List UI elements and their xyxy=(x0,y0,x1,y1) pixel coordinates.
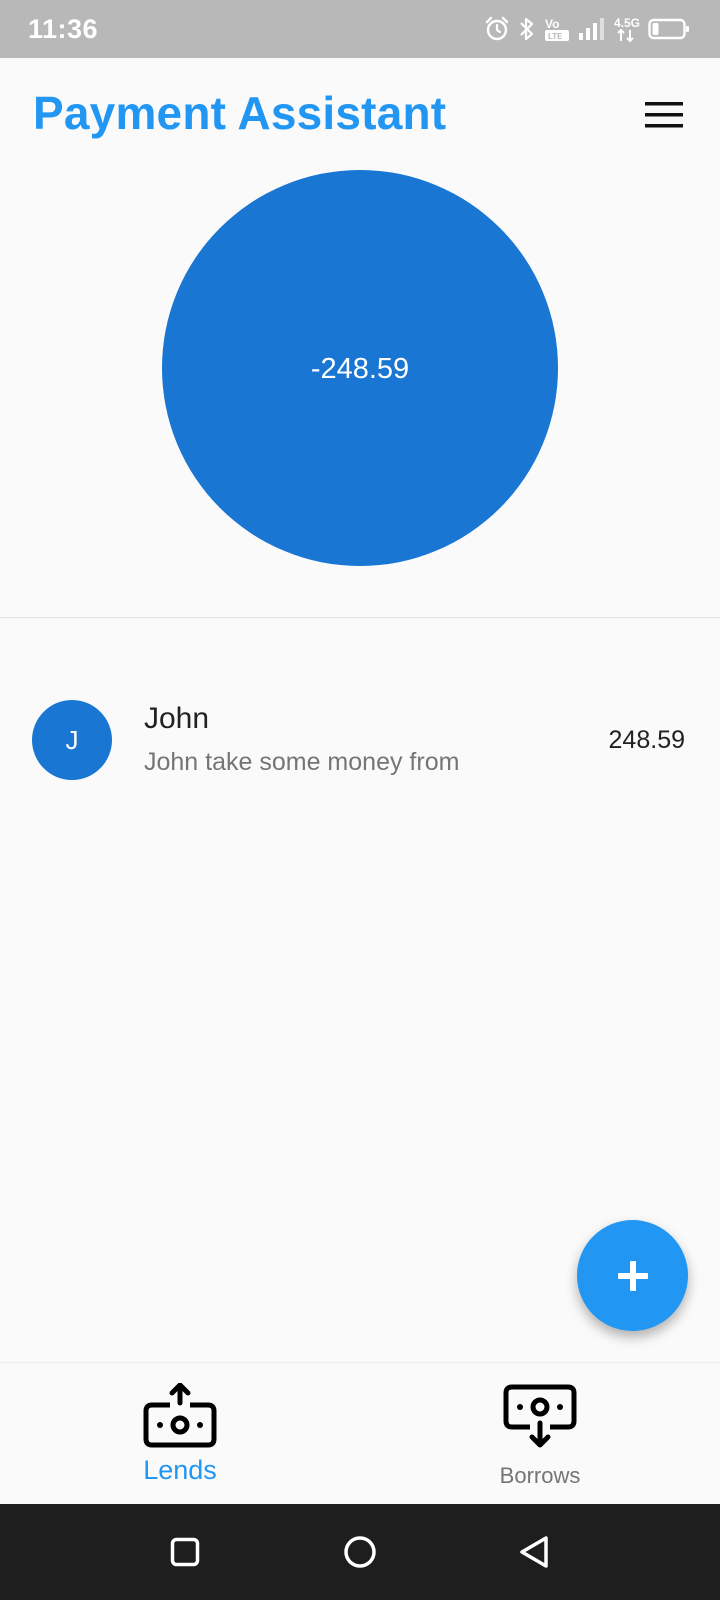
transaction-amount: 248.59 xyxy=(608,726,685,754)
home-button[interactable] xyxy=(315,1504,405,1600)
app-screen: 11:36 Vo LTE 4.5G Payment Assistant -248… xyxy=(0,0,720,1600)
list-item[interactable]: J John John take some money from 248.59 xyxy=(0,682,720,797)
battery-icon xyxy=(648,18,689,40)
status-time: 11:36 xyxy=(28,13,99,44)
divider xyxy=(0,617,720,618)
transaction-name: John xyxy=(144,702,210,735)
bottom-navigation: Lends Borrows xyxy=(0,1362,720,1504)
tab-borrows[interactable]: Borrows xyxy=(390,1363,690,1505)
plus-icon xyxy=(617,1260,648,1291)
bluetooth-icon xyxy=(520,17,534,41)
tab-lends[interactable]: Lends xyxy=(30,1363,330,1505)
recents-square-icon xyxy=(170,1537,200,1567)
signal-icon xyxy=(579,18,604,40)
transaction-list: J John John take some money from 248.59 xyxy=(0,682,720,797)
alarm-icon xyxy=(485,16,509,41)
status-bar: 11:36 Vo LTE 4.5G xyxy=(0,0,720,58)
system-navigation-bar xyxy=(0,1504,720,1600)
recents-button[interactable] xyxy=(140,1504,230,1600)
menu-button[interactable] xyxy=(640,94,688,136)
transaction-description: John take some money from xyxy=(144,748,460,776)
volte-label: LTE xyxy=(548,32,563,41)
volte-icon: Vo LTE xyxy=(545,17,569,41)
app-title: Payment Assistant xyxy=(33,87,447,139)
money-download-icon xyxy=(503,1384,577,1448)
back-triangle-icon xyxy=(520,1536,548,1568)
pie-center-label: -248.59 xyxy=(311,353,409,385)
svg-text:Vo: Vo xyxy=(545,17,559,31)
back-button[interactable] xyxy=(490,1504,580,1600)
avatar: J xyxy=(32,700,112,780)
status-icons: Vo LTE 4.5G xyxy=(484,15,690,43)
home-circle-icon xyxy=(344,1536,376,1568)
add-transaction-button[interactable] xyxy=(577,1220,688,1331)
svg-text:4.5G: 4.5G xyxy=(614,16,640,30)
network-4g-icon: 4.5G xyxy=(614,16,640,43)
money-upload-icon xyxy=(143,1383,217,1448)
balance-pie-chart: -248.59 xyxy=(162,170,558,566)
tab-borrows-label: Borrows xyxy=(499,1463,581,1488)
balance-chart: -248.59 xyxy=(0,168,720,568)
tab-lends-label: Lends xyxy=(143,1455,217,1485)
app-bar: Payment Assistant xyxy=(0,58,720,168)
hamburger-menu-icon xyxy=(645,102,683,128)
